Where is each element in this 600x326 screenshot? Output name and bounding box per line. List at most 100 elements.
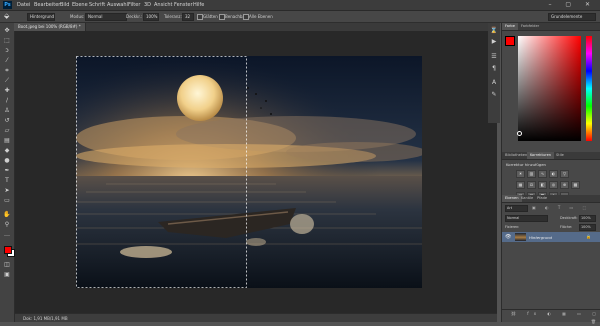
adjustments-title: Korrektur hinzufügen	[506, 162, 546, 167]
color-picker-cursor[interactable]	[517, 131, 522, 136]
menu-schrift[interactable]: Schrift	[89, 2, 105, 8]
brush-icon[interactable]: ∕	[3, 97, 11, 105]
pen-icon[interactable]: ✒	[3, 167, 11, 175]
menu-auswahl[interactable]: Auswahl	[107, 2, 128, 8]
menu-bearbeiten[interactable]: Bearbeiten	[34, 2, 61, 8]
menu-3d[interactable]: 3D	[144, 2, 151, 8]
channel-mixer-icon[interactable]: ⊕	[560, 181, 569, 189]
gradient-icon[interactable]: ▤	[3, 137, 11, 145]
layer-fill-input[interactable]: 100%	[579, 224, 596, 231]
layer-fill-label: Fläche:	[560, 225, 573, 229]
shape-icon[interactable]: ▭	[3, 197, 11, 205]
mode-label: Modus:	[70, 14, 85, 19]
opacity-label: Deckkr.:	[126, 14, 143, 19]
hand-icon[interactable]: ✋	[3, 211, 11, 219]
menu-datei[interactable]: Datei	[17, 2, 30, 8]
black-white-icon[interactable]: ◧	[538, 181, 547, 189]
smooth-label: Glätten	[203, 14, 218, 19]
move-icon[interactable]: ✥	[3, 27, 11, 35]
window-controls[interactable]: – ▢ ✕	[548, 1, 596, 8]
healing-brush-icon[interactable]: ✚	[3, 87, 11, 95]
layer-blend-mode[interactable]: Normal	[505, 215, 548, 222]
color-picker-field[interactable]	[517, 36, 581, 141]
right-panels: Farbe Farbfelder Bibliotheken Korrekture…	[501, 23, 600, 324]
brightness-icon[interactable]: ☀	[516, 170, 525, 178]
tab-stile[interactable]: Stile	[553, 152, 567, 159]
layer-filter-kind[interactable]: Art	[505, 205, 528, 212]
eyedropper-icon[interactable]: ⟋	[3, 77, 11, 85]
screen-mode-icon[interactable]: ▣	[3, 271, 11, 279]
character-icon[interactable]: A	[490, 79, 498, 87]
marquee-icon[interactable]: ⬚	[3, 37, 11, 45]
clone-stamp-icon[interactable]: ♙	[3, 107, 11, 115]
tolerance-input[interactable]: 32	[182, 13, 194, 21]
layer-opacity-input[interactable]: 100%	[579, 215, 596, 222]
dodge-icon[interactable]: ●	[3, 157, 11, 165]
history-brush-icon[interactable]: ↺	[3, 117, 11, 125]
menu-hilfe[interactable]: Hilfe	[193, 2, 204, 8]
menu-ebene[interactable]: Ebene	[72, 2, 88, 8]
more-tools-icon[interactable]: …	[3, 231, 11, 239]
menu-fenster[interactable]: Fenster	[174, 2, 193, 8]
document-tab-bar: Boot.jpeg bei 100% (RGB/8#) *	[14, 23, 498, 31]
brush-settings-icon[interactable]: ✎	[490, 91, 498, 99]
actions-icon[interactable]: ▶	[490, 38, 498, 46]
tab-farbe[interactable]: Farbe	[502, 23, 518, 30]
paint-bucket-icon[interactable]: ⬙	[4, 12, 9, 20]
layer-visibility-eye-icon[interactable]: 👁	[505, 234, 511, 240]
blur-icon[interactable]: ◆	[3, 147, 11, 155]
layer-row[interactable]: 👁 Hintergrund 🔒	[502, 232, 600, 242]
workspace-select[interactable]: Grundelemente	[548, 13, 596, 21]
layer-thumbnail	[515, 233, 526, 241]
foreground-color-swatch[interactable]	[4, 246, 12, 254]
tab-korrekturen[interactable]: Korrekturen	[527, 152, 555, 159]
curves-icon[interactable]: ∿	[538, 170, 547, 178]
opacity-input[interactable]: 100%	[143, 13, 159, 21]
mode-select[interactable]: Normal	[85, 13, 127, 21]
color-foreground-swatch[interactable]	[505, 36, 515, 46]
paragraph-icon[interactable]: ¶	[490, 65, 498, 73]
exposure-icon[interactable]: ◐	[549, 170, 558, 178]
layer-opacity-label: Deckkraft:	[560, 216, 578, 220]
photo-filter-icon[interactable]: ◎	[549, 181, 558, 189]
type-icon[interactable]: T	[3, 177, 11, 185]
magic-wand-icon[interactable]: ⁄	[3, 57, 11, 65]
tools-panel: ✥ ⬚ ↄ ⁄ ⌗ ⟋ ✚ ∕ ♙ ↺ ▱ ▤ ◆ ● ✒ T ➤ ▭ ✋ ⚲ …	[0, 23, 15, 322]
levels-icon[interactable]: ▥	[527, 170, 536, 178]
menu-bar: Ps Datei Bearbeiten Bild Ebene Schrift A…	[0, 0, 600, 11]
hue-saturation-icon[interactable]: ▦	[516, 181, 525, 189]
layers-panel-tabs: Ebenen Kanäle Pfade	[502, 195, 600, 203]
vibrance-icon[interactable]: ▽	[560, 170, 569, 178]
menu-bild[interactable]: Bild	[60, 2, 69, 8]
properties-icon[interactable]: ☰	[490, 53, 498, 61]
photoshop-logo-icon: Ps	[3, 1, 12, 9]
sample-select[interactable]: Hintergrund	[27, 13, 55, 21]
layer-lock-label: Fixieren:	[505, 225, 520, 229]
tab-pfade[interactable]: Pfade	[534, 195, 550, 202]
color-panel-tabs: Farbe Farbfelder	[502, 23, 600, 31]
all-layers-label: Alle Ebenen	[249, 14, 273, 19]
menu-filter[interactable]: Filter	[128, 2, 140, 8]
adjustments-panel-tabs: Bibliotheken Korrekturen Stile	[502, 152, 600, 160]
layer-name[interactable]: Hintergrund	[529, 235, 552, 240]
crop-icon[interactable]: ⌗	[3, 67, 11, 75]
tolerance-label: Toleranz:	[164, 14, 182, 19]
lasso-icon[interactable]: ↄ	[3, 47, 11, 55]
color-lookup-icon[interactable]: ▩	[571, 181, 580, 189]
eraser-icon[interactable]: ▱	[3, 127, 11, 135]
layer-lock-icon: 🔒	[586, 234, 591, 239]
path-select-icon[interactable]: ➤	[3, 187, 11, 195]
tab-farbfelder[interactable]: Farbfelder	[518, 23, 542, 30]
document-image[interactable]	[76, 56, 422, 288]
document-tab[interactable]: Boot.jpeg bei 100% (RGB/8#) *	[14, 23, 86, 31]
layers-footer-icons[interactable]: ⛓ fx ◐ ▦ ▭ ▢ 🗑	[502, 309, 600, 324]
zoom-icon[interactable]: ⚲	[3, 221, 11, 229]
menu-ansicht[interactable]: Ansicht	[154, 2, 172, 8]
color-balance-icon[interactable]: ⚖	[527, 181, 536, 189]
status-bar: Dok: 1,91 MB/1,91 MB	[15, 313, 497, 322]
layer-filter-icons[interactable]: ▣ ◐ T ▭ ⬚	[532, 205, 592, 210]
hue-slider[interactable]	[586, 36, 592, 141]
history-icon[interactable]: ⌛	[490, 27, 498, 35]
options-bar: ⬙ Hintergrund Modus: Normal Deckkr.: 100…	[0, 11, 600, 23]
quick-mask-icon[interactable]: ◫	[3, 261, 11, 269]
